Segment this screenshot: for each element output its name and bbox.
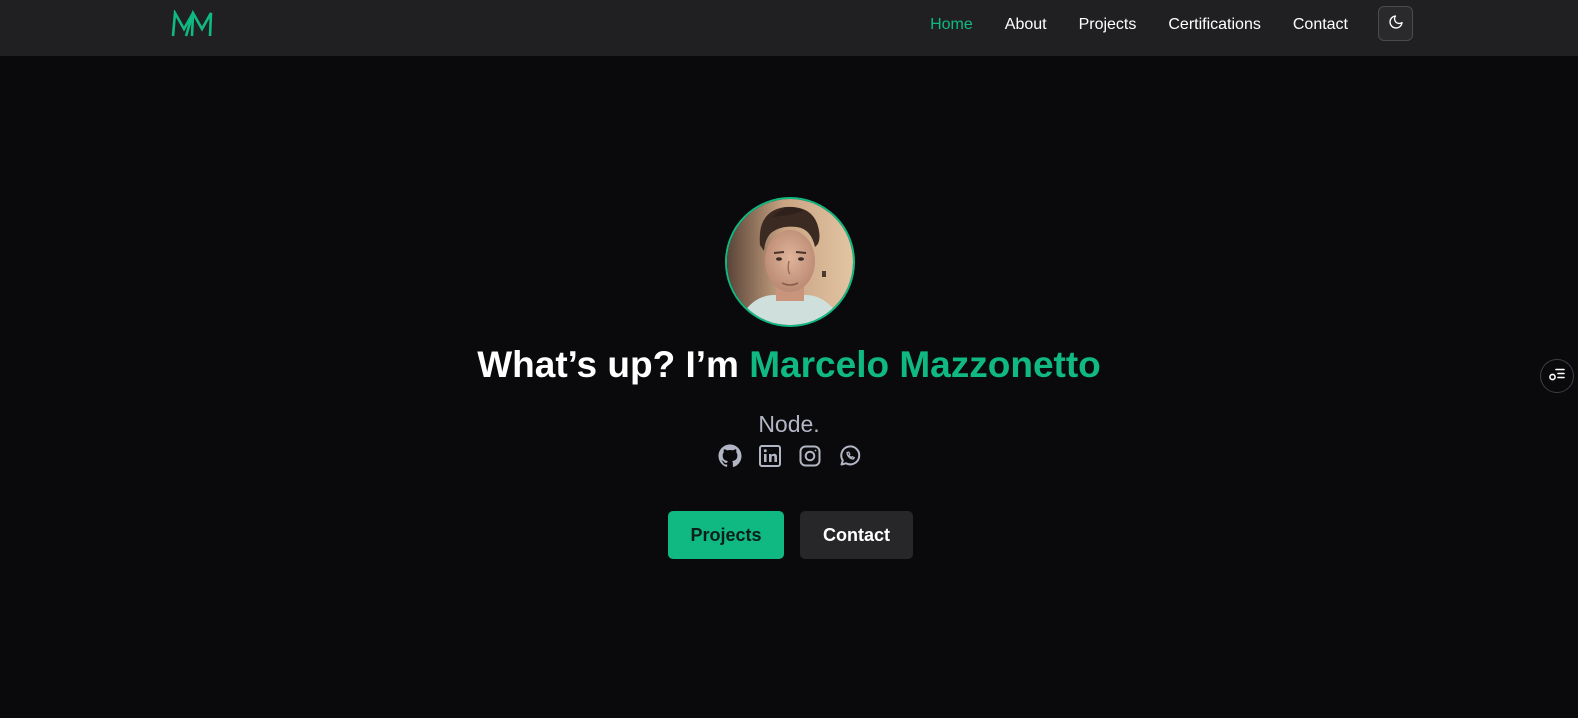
nav-link-contact[interactable]: Contact [1293,16,1348,34]
instagram-link[interactable] [798,444,822,473]
contact-button[interactable]: Contact [800,511,913,559]
navbar: Home About Projects Certifications Conta… [0,0,1578,56]
hero-role-text: Node. [758,411,820,437]
github-icon [718,444,742,473]
hero-name: Marcelo Mazzonetto [749,344,1101,385]
nav-link-about[interactable]: About [1005,16,1047,34]
projects-button[interactable]: Projects [668,511,784,559]
nav-link-certifications[interactable]: Certifications [1168,16,1260,34]
floating-menu-button[interactable] [1540,359,1574,393]
linkedin-icon [758,444,782,473]
profile-avatar [725,197,855,327]
social-links [718,444,862,473]
moon-icon [1388,14,1404,33]
floating-menu-icon [1548,365,1566,388]
hero-heading: What’s up? I’m Marcelo Mazzonetto [0,340,1578,390]
github-link[interactable] [718,444,742,473]
theme-toggle-button[interactable] [1378,6,1413,41]
nav-link-projects[interactable]: Projects [1079,16,1137,34]
linkedin-link[interactable] [758,444,782,473]
whatsapp-icon [838,444,862,473]
instagram-icon [798,444,822,473]
primary-nav: Home About Projects Certifications Conta… [930,0,1348,50]
hero-greeting: What’s up? I’m [477,344,750,385]
whatsapp-link[interactable] [838,444,862,473]
brand-logo[interactable] [171,8,213,38]
nav-link-home[interactable]: Home [930,16,973,34]
